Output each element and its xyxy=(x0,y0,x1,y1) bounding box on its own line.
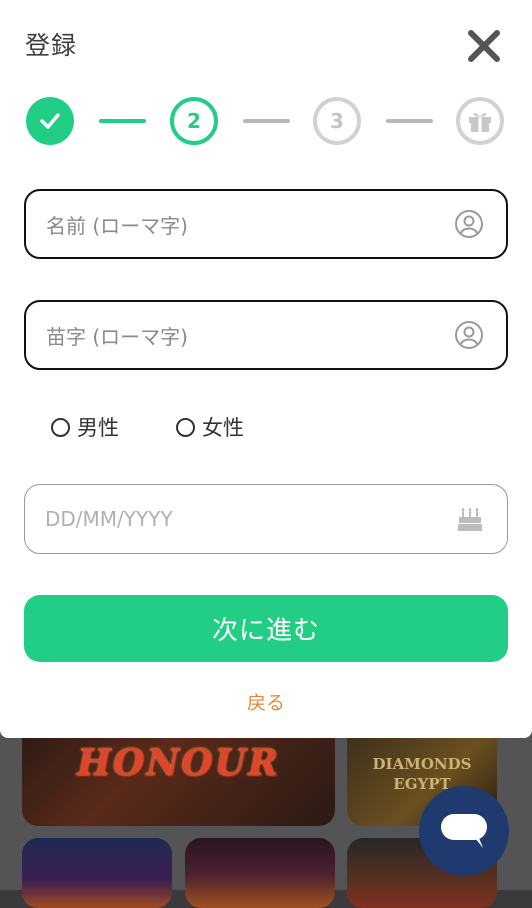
step-connector xyxy=(99,119,146,123)
back-link[interactable]: 戻る xyxy=(0,688,532,715)
radio-circle[interactable] xyxy=(176,417,195,437)
modal-title: 登録 xyxy=(25,31,78,60)
step-connector xyxy=(243,119,290,123)
step-3-pending: 3 xyxy=(313,97,361,145)
gender-radio-male[interactable]: 男性 xyxy=(51,412,119,442)
step-1-complete xyxy=(26,97,74,145)
next-button[interactable]: 次に進む xyxy=(24,595,508,662)
game-title: HONOUR xyxy=(77,742,280,784)
gift-icon xyxy=(469,113,491,132)
gender-radio-female[interactable]: 女性 xyxy=(176,412,244,442)
chat-button[interactable] xyxy=(419,786,509,876)
check-icon xyxy=(40,113,60,129)
radio-circle[interactable] xyxy=(51,417,70,437)
gender-label: 女性 xyxy=(202,416,244,440)
birthdate-field[interactable]: DD/MM/YYYY xyxy=(24,484,508,554)
birthday-cake-icon xyxy=(458,508,482,531)
registration-modal: 登録 2 3 名前 (ローマ字) 苗字 (ローマ字) 男性 女性 DD/MM/Y… xyxy=(0,0,532,738)
last-name-placeholder: 苗字 (ローマ字) xyxy=(46,324,188,349)
close-icon[interactable] xyxy=(466,28,502,64)
user-icon xyxy=(455,210,483,238)
game-tile[interactable] xyxy=(22,838,172,908)
gender-label: 男性 xyxy=(77,416,119,440)
birthdate-placeholder: DD/MM/YYYY xyxy=(45,507,173,531)
step-2-current: 2 xyxy=(170,97,218,145)
user-icon xyxy=(455,321,483,349)
game-tile[interactable] xyxy=(185,838,335,908)
first-name-field[interactable]: 名前 (ローマ字) xyxy=(24,189,508,259)
chat-bubble-icon xyxy=(441,814,487,848)
last-name-field[interactable]: 苗字 (ローマ字) xyxy=(24,300,508,370)
step-connector xyxy=(386,119,433,123)
first-name-placeholder: 名前 (ローマ字) xyxy=(46,213,188,238)
step-4-pending xyxy=(456,97,504,145)
